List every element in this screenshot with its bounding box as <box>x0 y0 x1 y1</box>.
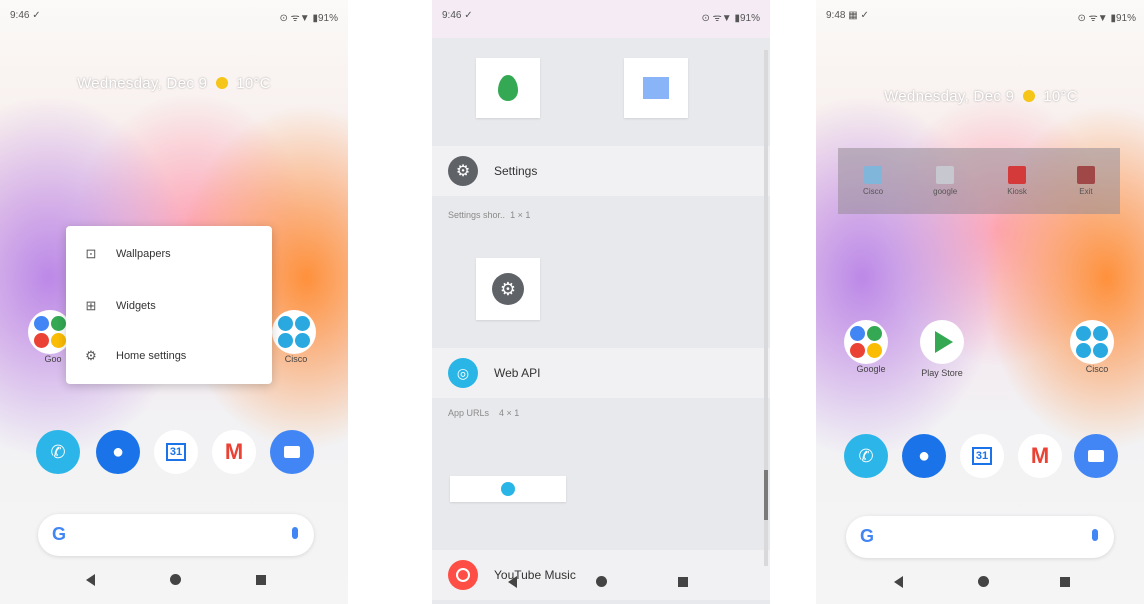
globe-icon <box>501 482 515 496</box>
exit-shortcut-icon <box>1076 166 1095 184</box>
widget-shortcut-google[interactable]: google <box>933 166 957 196</box>
status-time: 9:48 ▦ ✓ <box>826 10 869 21</box>
app-urls-widget-preview[interactable] <box>450 476 566 502</box>
status-bar: 9:46 ✓ ⊙ ᯤ▼ ▮91% <box>442 10 760 26</box>
status-time: 9:46 ✓ <box>10 10 41 21</box>
date-weather-widget[interactable]: Wednesday, Dec 9 10°C <box>0 75 348 92</box>
globe-icon: ◎ <box>448 358 478 388</box>
section-title: Web API <box>494 366 541 380</box>
app-label: Play Store <box>921 368 963 378</box>
settings-widget-caption: Settings shor.. 1 × 1 <box>448 210 531 220</box>
settings-gear-icon: ⚙ <box>492 273 524 305</box>
cisco-shortcut-icon <box>864 166 883 184</box>
mic-icon[interactable] <box>1092 529 1098 541</box>
home-icon[interactable] <box>170 574 181 585</box>
google-shortcut-icon <box>936 166 955 184</box>
temperature: 10°C <box>1043 88 1078 105</box>
home-screen-with-menu: 9:46 ✓ ⊙ ᯤ▼ ▮91% Wednesday, Dec 9 10°C G… <box>0 0 348 604</box>
status-time: 9:46 ✓ <box>442 10 473 21</box>
app-label: Google <box>856 364 886 374</box>
maps-widget-preview[interactable] <box>476 58 540 118</box>
recents-icon[interactable] <box>1060 577 1070 587</box>
gmail-app-icon[interactable]: M <box>1018 434 1062 478</box>
back-icon[interactable] <box>894 576 903 588</box>
navigation-bar <box>432 572 770 602</box>
scrollbar-thumb[interactable] <box>764 470 768 520</box>
recents-icon[interactable] <box>256 575 266 585</box>
widget-shortcut-cisco[interactable]: Cisco <box>863 166 883 196</box>
date-text: Wednesday, Dec 9 <box>77 75 208 92</box>
camera-app-icon[interactable] <box>1074 434 1118 478</box>
calendar-app-icon[interactable]: 31 <box>154 430 198 474</box>
widget-shortcut-kiosk[interactable]: Kiosk <box>1007 166 1027 196</box>
widgets-icon: ⊞ <box>85 298 97 313</box>
google-g-icon: G <box>52 524 67 544</box>
widget-picker-screen: 9:46 ✓ ⊙ ᯤ▼ ▮91% ⚙ Settings Settings sho… <box>432 0 770 604</box>
app-label: Cisco <box>284 354 308 364</box>
google-search-bar[interactable]: G <box>38 514 314 556</box>
maps-pin-icon <box>498 75 518 101</box>
app-label: Goo <box>44 354 62 364</box>
app-label: Cisco <box>1085 364 1109 374</box>
contacts-app-icon[interactable]: ● <box>96 430 140 474</box>
date-weather-widget[interactable]: Wednesday, Dec 9 10°C <box>816 88 1144 105</box>
gear-icon: ⚙ <box>85 348 97 363</box>
google-search-bar[interactable]: G <box>846 516 1114 558</box>
cisco-folder[interactable]: Cisco <box>1070 320 1124 374</box>
date-text: Wednesday, Dec 9 <box>884 88 1015 105</box>
home-screen-with-widget: 9:48 ▦ ✓ ⊙ ᯤ▼ ▮91% Wednesday, Dec 9 10°C… <box>816 0 1144 604</box>
menu-item-home-settings[interactable]: ⚙ Home settings <box>66 330 272 382</box>
menu-item-widgets[interactable]: ⊞ Widgets <box>66 280 272 332</box>
mic-icon[interactable] <box>292 527 298 539</box>
recents-icon[interactable] <box>678 577 688 587</box>
kiosk-shortcut-icon <box>1008 166 1027 184</box>
home-icon[interactable] <box>596 576 607 587</box>
play-store-icon <box>920 320 964 364</box>
status-icons: ⊙ ᯤ▼ ▮91% <box>1077 13 1136 24</box>
status-bar: 9:46 ✓ ⊙ ᯤ▼ ▮91% <box>10 10 338 26</box>
gmail-app-icon[interactable]: M <box>212 430 256 474</box>
section-title: Settings <box>494 164 538 178</box>
widget-preview-icon <box>643 77 669 99</box>
calendar-app-icon[interactable]: 31 <box>960 434 1004 478</box>
status-icons: ⊙ ᯤ▼ ▮91% <box>279 13 338 24</box>
settings-section-header[interactable]: ⚙ Settings <box>432 146 770 196</box>
status-icons: ⊙ ᯤ▼ ▮91% <box>701 13 760 24</box>
status-bar: 9:48 ▦ ✓ ⊙ ᯤ▼ ▮91% <box>826 10 1136 26</box>
navigation-bar <box>816 572 1144 602</box>
camera-app-icon[interactable] <box>270 430 314 474</box>
cisco-folder-icon <box>272 310 316 354</box>
settings-gear-icon: ⚙ <box>448 156 478 186</box>
back-icon[interactable] <box>508 576 517 588</box>
wallpaper-icon: ⊡ <box>85 246 97 261</box>
google-folder-icon <box>844 320 888 364</box>
web-api-widget-caption: App URLs 4 × 1 <box>448 408 520 418</box>
google-folder[interactable]: Google <box>844 320 898 374</box>
settings-shortcut-widget-preview[interactable]: ⚙ <box>476 258 540 320</box>
sun-icon <box>1022 90 1035 102</box>
phone-app-icon[interactable]: ✆ <box>36 430 80 474</box>
home-icon[interactable] <box>978 576 989 587</box>
navigation-bar <box>0 570 348 600</box>
play-store-app[interactable]: Play Store <box>912 320 972 378</box>
widget-shortcut-exit[interactable]: Exit <box>1076 166 1095 196</box>
google-g-icon: G <box>860 526 875 546</box>
back-icon[interactable] <box>86 574 95 586</box>
phone-app-icon[interactable]: ✆ <box>844 434 888 478</box>
web-api-app-urls-widget: Cisco google Kiosk Exit <box>838 148 1120 214</box>
temperature: 10°C <box>236 75 271 92</box>
cisco-folder[interactable]: Cisco <box>272 310 320 364</box>
contacts-app-icon[interactable]: ● <box>902 434 946 478</box>
sun-icon <box>215 77 228 89</box>
menu-item-wallpapers[interactable]: ⊡ Wallpapers <box>66 228 272 280</box>
cisco-folder-icon <box>1070 320 1114 364</box>
app-widget-preview[interactable] <box>624 58 688 118</box>
web-api-section-header[interactable]: ◎ Web API <box>432 348 770 398</box>
home-long-press-menu: ⊡ Wallpapers ⊞ Widgets ⚙ Home settings <box>66 226 272 384</box>
